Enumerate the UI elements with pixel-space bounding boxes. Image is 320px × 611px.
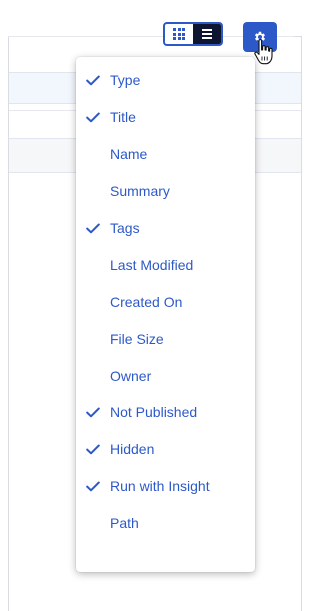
menu-item-created-on[interactable]: Created On <box>76 283 255 320</box>
menu-item-label: Summary <box>110 183 170 200</box>
menu-item-label: Not Published <box>110 404 198 421</box>
menu-item-path[interactable]: Path <box>76 505 255 542</box>
menu-item-label: Owner <box>110 367 152 384</box>
menu-item-label: Path <box>110 515 139 532</box>
menu-item-hidden[interactable]: Hidden <box>76 431 255 468</box>
grid-view-icon <box>173 28 185 40</box>
grid-view-button[interactable] <box>165 24 193 44</box>
list-view-icon <box>202 29 212 39</box>
checkmark-icon <box>86 75 100 86</box>
menu-item-owner[interactable]: Owner <box>76 357 255 394</box>
menu-item-run-with-insight[interactable]: Run with Insight <box>76 468 255 505</box>
menu-item-label: Type <box>110 72 141 89</box>
menu-item-tags[interactable]: Tags <box>76 210 255 247</box>
checkmark-icon <box>86 444 100 455</box>
checkmark-icon <box>86 407 100 418</box>
menu-item-label: Last Modified <box>110 256 194 273</box>
checkmark-slot <box>76 112 110 123</box>
checkmark-slot <box>76 223 110 234</box>
menu-item-file-size[interactable]: File Size <box>76 320 255 357</box>
menu-item-label: Created On <box>110 293 183 310</box>
menu-item-last-modified[interactable]: Last Modified <box>76 246 255 283</box>
list-view-button[interactable] <box>193 24 221 44</box>
menu-item-label: File Size <box>110 330 164 347</box>
menu-item-label: Run with Insight <box>110 478 210 495</box>
menu-item-title[interactable]: Title <box>76 99 255 136</box>
menu-item-label: Title <box>110 109 136 126</box>
hand-cursor-icon <box>254 39 273 65</box>
checkmark-icon <box>86 112 100 123</box>
checkmark-icon <box>86 223 100 233</box>
menu-item-label: Tags <box>110 220 140 236</box>
menu-item-type[interactable]: Type <box>76 62 255 99</box>
menu-item-not-published[interactable]: Not Published <box>76 394 255 431</box>
checkmark-slot <box>76 407 110 418</box>
view-toggle <box>163 22 223 46</box>
column-visibility-menu: Type Title Name Summary Tags Last Modifi… <box>76 57 255 572</box>
checkmark-slot <box>76 481 110 492</box>
menu-item-name[interactable]: Name <box>76 136 255 173</box>
menu-item-label: Hidden <box>110 441 155 458</box>
checkmark-icon <box>86 481 100 492</box>
menu-item-label: Name <box>110 146 148 163</box>
checkmark-slot <box>76 75 110 86</box>
checkmark-slot <box>76 444 110 455</box>
menu-item-summary[interactable]: Summary <box>76 173 255 210</box>
